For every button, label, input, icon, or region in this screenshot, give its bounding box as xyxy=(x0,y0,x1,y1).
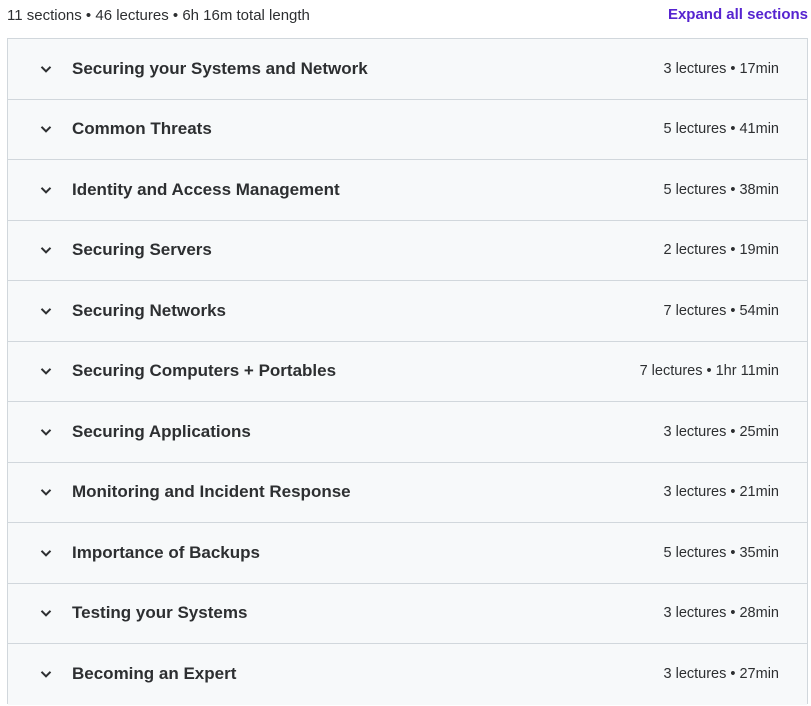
section-row[interactable]: Testing your Systems 3 lectures • 28min xyxy=(8,583,807,644)
expand-all-sections-button[interactable]: Expand all sections xyxy=(668,6,808,23)
section-row[interactable]: Identity and Access Management 5 lecture… xyxy=(8,160,807,221)
section-title: Importance of Backups xyxy=(72,542,260,562)
chevron-down-icon xyxy=(39,62,53,76)
section-title: Testing your Systems xyxy=(72,603,248,623)
section-lecture-count: 7 lectures • 1hr 11min xyxy=(639,363,779,380)
section-row[interactable]: Importance of Backups 5 lectures • 35min xyxy=(8,523,807,584)
section-title: Becoming an Expert xyxy=(72,664,237,684)
section-lecture-count: 3 lectures • 21min xyxy=(663,484,780,501)
chevron-down-icon xyxy=(39,364,53,378)
section-row[interactable]: Monitoring and Incident Response 3 lectu… xyxy=(8,462,807,523)
section-row[interactable]: Common Threats 5 lectures • 41min xyxy=(8,99,807,160)
section-title: Securing Servers xyxy=(72,240,212,260)
chevron-down-icon xyxy=(39,606,53,620)
chevron-down-icon xyxy=(39,425,53,439)
chevron-down-icon xyxy=(39,546,53,560)
section-lecture-count: 5 lectures • 38min xyxy=(663,181,780,198)
section-title: Monitoring and Incident Response xyxy=(72,482,351,502)
section-lecture-count: 5 lectures • 41min xyxy=(663,121,780,138)
section-lecture-count: 3 lectures • 28min xyxy=(663,605,780,622)
section-title: Securing Networks xyxy=(72,300,226,320)
section-lecture-count: 3 lectures • 17min xyxy=(663,60,780,77)
section-title: Securing your Systems and Network xyxy=(72,58,368,78)
section-lecture-count: 2 lectures • 19min xyxy=(663,242,780,259)
curriculum-accordion: Securing your Systems and Network 3 lect… xyxy=(7,38,808,705)
chevron-down-icon xyxy=(39,304,53,318)
section-lecture-count: 5 lectures • 35min xyxy=(663,544,780,561)
section-title: Common Threats xyxy=(72,119,212,139)
section-row[interactable]: Becoming an Expert 3 lectures • 27min xyxy=(8,644,807,705)
section-row[interactable]: Securing Networks 7 lectures • 54min xyxy=(8,281,807,342)
chevron-down-icon xyxy=(39,122,53,136)
section-title: Securing Applications xyxy=(72,421,251,441)
chevron-down-icon xyxy=(39,183,53,197)
section-row[interactable]: Securing your Systems and Network 3 lect… xyxy=(8,39,807,100)
chevron-down-icon xyxy=(39,485,53,499)
chevron-down-icon xyxy=(39,243,53,257)
section-row[interactable]: Securing Applications 3 lectures • 25min xyxy=(8,402,807,463)
section-row[interactable]: Securing Servers 2 lectures • 19min xyxy=(8,220,807,281)
chevron-down-icon xyxy=(39,667,53,681)
curriculum-header: 11 sections • 46 lectures • 6h 16m total… xyxy=(0,0,811,32)
section-lecture-count: 3 lectures • 27min xyxy=(663,666,780,683)
section-lecture-count: 7 lectures • 54min xyxy=(663,302,780,319)
section-title: Securing Computers + Portables xyxy=(72,361,337,381)
course-summary: 11 sections • 46 lectures • 6h 16m total… xyxy=(7,7,310,24)
section-row[interactable]: Securing Computers + Portables 7 lecture… xyxy=(8,341,807,402)
section-title: Identity and Access Management xyxy=(72,179,340,199)
section-lecture-count: 3 lectures • 25min xyxy=(663,423,780,440)
